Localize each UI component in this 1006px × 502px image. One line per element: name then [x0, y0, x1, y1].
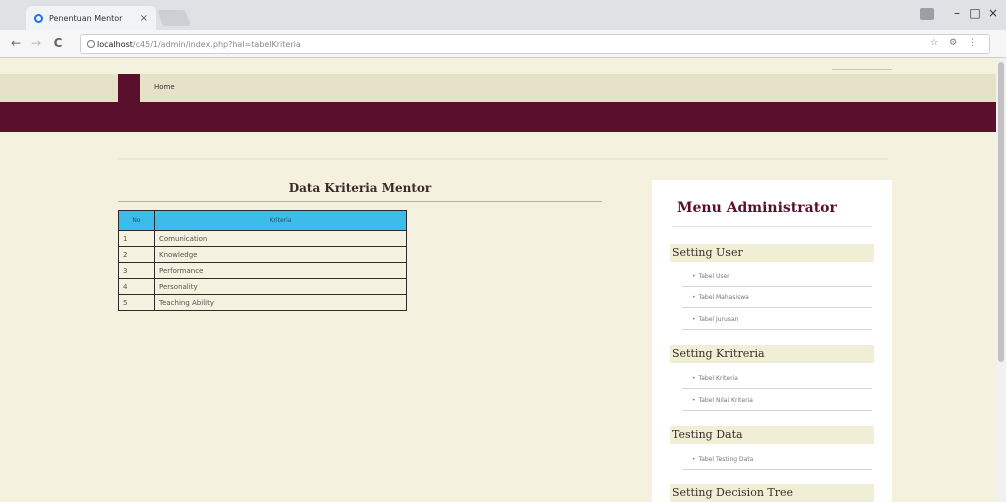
page-scrollbar[interactable]: [996, 58, 1006, 502]
address-bar-actions[interactable]: ☆ ⚙ ⋮: [930, 38, 981, 48]
table-row: 4 Personality: [118, 278, 407, 295]
bullet-icon: •: [692, 273, 696, 280]
table-row: 2 Knowledge: [118, 246, 407, 263]
content-divider: [118, 158, 888, 160]
table-row: 1 Comunication: [118, 230, 407, 247]
address-bar[interactable]: localhost /c45/1/admin/index.php?hal=tab…: [80, 34, 990, 54]
sidebar-item-label: Tabel Kriteria: [698, 375, 738, 382]
forward-button[interactable]: →: [28, 36, 44, 50]
scrollbar-thumb[interactable]: [998, 62, 1004, 362]
column-header-kriteria: Kriteria: [154, 210, 407, 231]
sidebar-item-tabel-testing-data[interactable]: • Tabel Testing Data: [682, 450, 872, 470]
section-setting-user: Setting User: [670, 244, 874, 262]
sidebar-item-tabel-user[interactable]: • Tabel User: [682, 267, 872, 287]
admin-sidebar: Menu Administrator Setting User • Tabel U…: [652, 180, 892, 502]
sidebar-item-label: Tabel User: [698, 273, 730, 280]
sidebar-item-label: Tabel Testing Data: [698, 456, 754, 463]
sidebar-title-divider: [672, 226, 872, 227]
row-number: 1: [118, 230, 155, 247]
sidebar-item-label: Tabel Mahasiswa: [698, 294, 749, 301]
url-path: /c45/1/admin/index.php?hal=tabelKriteria: [132, 39, 301, 49]
url-host: localhost: [97, 39, 133, 49]
bullet-icon: •: [692, 316, 696, 323]
browser-nav-bar: ← → C localhost /c45/1/admin/index.php?h…: [0, 30, 1006, 58]
site-menu-bar: Home: [0, 74, 1006, 102]
site-top-strip: [0, 58, 1006, 74]
section-setting-decision-tree: Setting Decision Tree: [670, 484, 874, 502]
sidebar-item-label: Tabel Nilai Kriteria: [698, 397, 753, 404]
back-button[interactable]: ←: [8, 36, 24, 50]
bullet-icon: •: [692, 375, 696, 382]
globe-icon: [34, 13, 43, 23]
section-testing-data: Testing Data: [670, 426, 874, 444]
tab-title: Penentuan Mentor: [49, 13, 123, 23]
browser-tab-bar: Penentuan Mentor × – □ ×: [0, 0, 1006, 30]
close-window-button[interactable]: ×: [982, 6, 1004, 20]
title-divider: [118, 201, 602, 202]
site-banner: [0, 102, 1006, 132]
row-number: 2: [118, 246, 155, 263]
table-header-row: No Kriteria: [118, 210, 407, 231]
menu-home-link[interactable]: Home: [154, 83, 175, 91]
row-criterion: Performance: [154, 262, 407, 279]
tab-close-icon[interactable]: ×: [140, 13, 148, 24]
table-row: 5 Teaching Ability: [118, 294, 407, 311]
sidebar-title: Menu Administrator: [677, 200, 837, 216]
sidebar-item-label: Tabel Jurusan: [698, 316, 739, 323]
sidebar-item-tabel-mahasiswa[interactable]: • Tabel Mahasiswa: [682, 288, 872, 308]
table-row: 3 Performance: [118, 262, 407, 279]
new-tab-button[interactable]: [157, 10, 191, 26]
bullet-icon: •: [692, 397, 696, 404]
info-icon[interactable]: [87, 40, 95, 48]
row-number: 4: [118, 278, 155, 295]
row-criterion: Teaching Ability: [154, 294, 407, 311]
divider: [832, 69, 892, 70]
row-criterion: Knowledge: [154, 246, 407, 263]
page-title: Data Kriteria Mentor: [288, 181, 432, 195]
profile-icon[interactable]: [920, 8, 934, 20]
column-header-no: No: [118, 210, 155, 231]
sidebar-item-tabel-nilai-kriteria[interactable]: • Tabel Nilai Kriteria: [682, 391, 872, 411]
row-criterion: Comunication: [154, 230, 407, 247]
row-criterion: Personality: [154, 278, 407, 295]
section-setting-kritreria: Setting Kritreria: [670, 345, 874, 363]
row-number: 3: [118, 262, 155, 279]
menu-accent: [118, 74, 140, 102]
row-number: 5: [118, 294, 155, 311]
sidebar-item-tabel-jurusan[interactable]: • Tabel Jurusan: [682, 310, 872, 330]
browser-tab[interactable]: Penentuan Mentor ×: [26, 6, 156, 30]
criteria-table: No Kriteria 1 Comunication 2 Knowledge 3…: [118, 210, 407, 311]
sidebar-item-tabel-kriteria[interactable]: • Tabel Kriteria: [682, 369, 872, 389]
reload-button[interactable]: C: [50, 36, 66, 50]
bullet-icon: •: [692, 294, 696, 301]
bullet-icon: •: [692, 456, 696, 463]
